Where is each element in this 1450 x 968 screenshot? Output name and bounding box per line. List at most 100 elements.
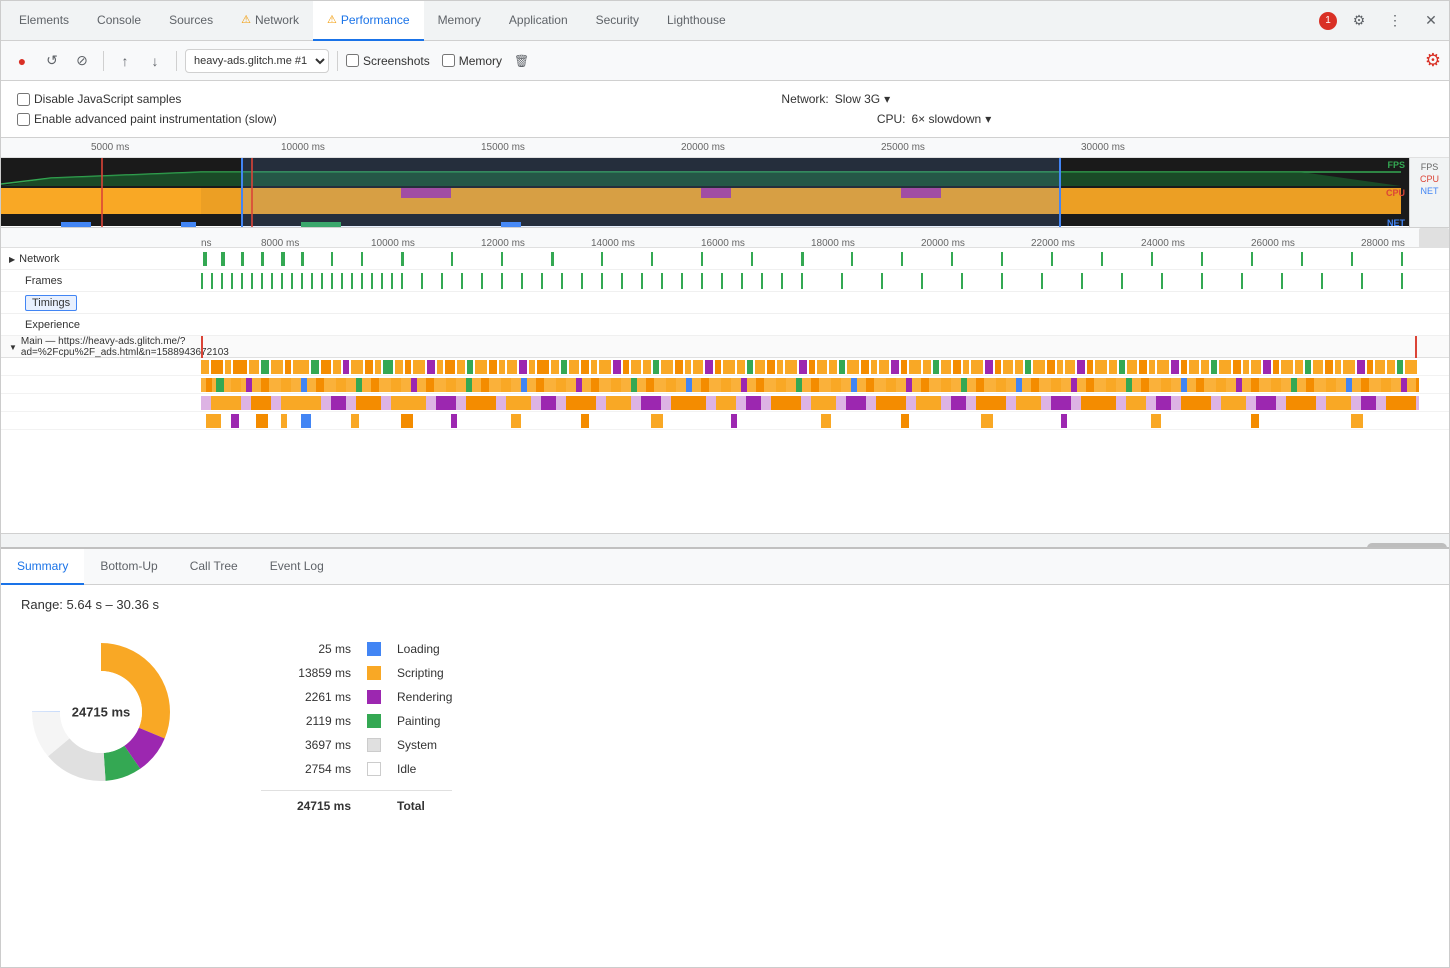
network-row-label: Network [1,253,201,265]
settings-gear-icon[interactable]: ⚙ [1425,50,1441,71]
experience-row-label: Experience [1,319,201,331]
tab-bar: Elements Console Sources ⚠ Network ⚠ Per… [1,1,1449,41]
bottom-panel: Summary Bottom-Up Call Tree Event Log Ra… [1,547,1449,967]
h-scrollbar[interactable] [1,533,1449,547]
flame-row-2-content [201,376,1419,393]
memory-label: Memory [459,54,502,68]
trash-icon[interactable]: 🗑 [514,54,529,68]
memory-checkbox[interactable]: Memory [442,54,502,68]
tab-memory[interactable]: Memory [424,1,495,41]
settings-button[interactable]: ⚙ [1345,7,1373,35]
legend-system-label: System [397,738,437,752]
tab-bottom-up-label: Bottom-Up [100,559,157,573]
selection-region[interactable] [241,158,1061,228]
main-track-header: Main — https://heavy-ads.glitch.me/?ad=%… [1,336,1449,358]
tab-call-tree[interactable]: Call Tree [174,549,254,585]
legend-loading: 25 ms Loading [261,642,452,656]
tab-security[interactable]: Security [582,1,653,41]
legend-rendering-label: Rendering [397,690,452,704]
tab-lighthouse[interactable]: Lighthouse [653,1,740,41]
legend-scripting-color [367,666,381,680]
tab-summary-label: Summary [17,559,68,573]
network-expand-icon[interactable] [9,253,15,265]
flame-chart-area [1,358,1449,533]
tab-elements-label: Elements [19,13,69,27]
reload-button[interactable]: ↺ [39,48,65,74]
timings-track-row: Timings [1,292,1449,314]
rm-26000: 26000 ms [1251,238,1295,249]
memory-input[interactable] [442,54,455,67]
flame-row-1 [1,358,1449,376]
frames-row-label: Frames [1,275,201,287]
overview-ruler: 5000 ms 10000 ms 15000 ms 20000 ms 25000… [1,138,1449,158]
advanced-paint-checkbox[interactable]: Enable advanced paint instrumentation (s… [17,112,277,126]
main-row-label: Main — https://heavy-ads.glitch.me/?ad=%… [1,336,201,358]
rm-8000: 8000 ms [261,238,299,249]
legend-idle-color [367,762,381,776]
tab-bottom-up[interactable]: Bottom-Up [84,549,173,585]
total-ms: 24715 ms [261,799,351,813]
tab-elements[interactable]: Elements [5,1,83,41]
tab-console-label: Console [97,13,141,27]
clear-button[interactable]: ⊘ [69,48,95,74]
download-button[interactable]: ↓ [142,48,168,74]
legend-painting-label: Painting [397,714,440,728]
disable-js-label: Disable JavaScript samples [34,92,181,106]
total-row: 24715 ms Total [261,790,452,813]
rm-24000: 24000 ms [1141,238,1185,249]
flame-row-4-content [201,412,1419,429]
tab-summary[interactable]: Summary [1,549,84,585]
tab-sources[interactable]: Sources [155,1,227,41]
tab-memory-label: Memory [438,13,481,27]
cpu-select[interactable]: 6× slowdown ▾ [911,112,991,126]
total-gap [367,799,381,813]
close-button[interactable]: ✕ [1417,7,1445,35]
legend-scripting-ms: 13859 ms [261,666,351,680]
profile-select[interactable]: heavy-ads.glitch.me #1 [185,49,329,73]
more-button[interactable]: ⋮ [1381,7,1409,35]
disable-js-input[interactable] [17,93,30,106]
legend-loading-color [367,642,381,656]
total-label: Total [397,799,425,813]
bottom-tabs: Summary Bottom-Up Call Tree Event Log [1,549,1449,585]
disable-js-checkbox[interactable]: Disable JavaScript samples [17,92,181,106]
upload-button[interactable]: ↑ [112,48,138,74]
rm-ns: ns [201,238,212,249]
rm-28000: 28000 ms [1361,238,1405,249]
screenshots-checkbox[interactable]: Screenshots [346,54,430,68]
advanced-paint-input[interactable] [17,113,30,126]
error-badge: 1 [1319,12,1337,30]
net-side-label: NET [1421,186,1439,196]
network-select[interactable]: Slow 3G ▾ [835,92,890,106]
red-marker-2 [251,158,253,228]
cpu-label: CPU [1386,188,1405,198]
cpu-side-label: CPU [1420,174,1439,184]
record-button[interactable]: ● [9,48,35,74]
flame-row-3-label [1,394,201,411]
rm-20000: 20000 ms [921,238,965,249]
screenshots-input[interactable] [346,54,359,67]
tab-lighthouse-label: Lighthouse [667,13,726,27]
legend-system: 3697 ms System [261,738,452,752]
main-expand-icon[interactable] [9,341,17,353]
tab-performance[interactable]: ⚠ Performance [313,1,424,41]
tab-application[interactable]: Application [495,1,582,41]
scrollbar-thumb[interactable] [1367,543,1447,548]
flame-row-2-label [1,376,201,393]
network-setting: Network: Slow 3G ▾ [781,92,890,106]
timeline-overview[interactable]: 5000 ms 10000 ms 15000 ms 20000 ms 25000… [1,138,1449,228]
flame-row-4-label [1,412,201,429]
toolbar-separator-1 [103,51,104,71]
tab-console[interactable]: Console [83,1,155,41]
ruler-mark-10000: 10000 ms [281,142,325,153]
rm-14000: 14000 ms [591,238,635,249]
flame-row-1-content [201,358,1419,375]
tab-network[interactable]: ⚠ Network [227,1,313,41]
timeline-scrollbar-thumb[interactable] [1419,228,1449,248]
frames-track-row: Frames // This will be handled by inline… [1,270,1449,292]
ruler-mark-20000: 20000 ms [681,142,725,153]
main-label: Main — https://heavy-ads.glitch.me/?ad=%… [21,336,229,358]
tab-event-log[interactable]: Event Log [254,549,340,585]
flame-row-1-right [1419,358,1449,375]
flame-row-2-svg [201,376,1419,393]
